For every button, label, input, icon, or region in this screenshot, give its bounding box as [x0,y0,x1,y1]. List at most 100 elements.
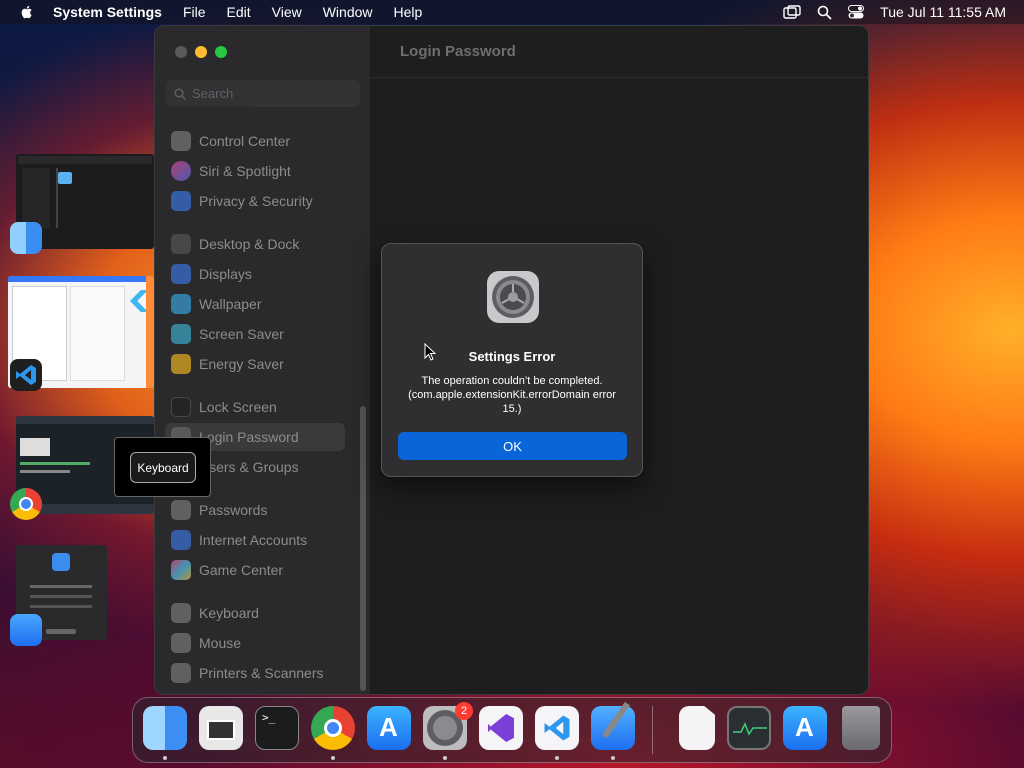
mouse-icon [171,633,191,653]
dock-document[interactable] [679,706,715,750]
at-icon [171,530,191,550]
dock-preview[interactable] [199,706,243,750]
dock-simulator[interactable]: A [783,706,827,750]
search-icon [174,88,186,100]
dock-app-store[interactable]: A [367,706,411,750]
menu-view[interactable]: View [272,4,302,20]
dock-vscode[interactable] [535,706,579,750]
screen-saver-icon [171,324,191,344]
dock-xcode-running-dot [611,756,615,760]
sidebar-item-keyboard[interactable]: Keyboard [165,599,345,627]
dialog-title: Settings Error [468,349,556,364]
control-center-icon [171,131,191,151]
printer-icon [171,663,191,683]
sidebar-item-internet-accounts[interactable]: Internet Accounts [165,526,345,554]
sidebar-item-siri-spotlight[interactable]: Siri & Spotlight [165,157,345,185]
sidebar-item-passwords[interactable]: Passwords [165,496,345,524]
dock-visual-studio[interactable] [479,706,523,750]
sidebar-item-label: Privacy & Security [199,193,313,209]
sidebar-item-label: Passwords [199,502,268,518]
terminal-prompt-icon: >_ [262,711,276,724]
menu-clock[interactable]: Tue Jul 11 11:55 AM [880,4,1006,20]
wallpaper-icon [171,294,191,314]
dock-finder[interactable] [143,706,187,750]
spotlight-search-icon[interactable] [817,5,832,20]
sidebar-item-screen-saver[interactable]: Screen Saver [165,320,345,348]
sidebar-item-label: Keyboard [199,605,259,621]
passwords-key-icon [171,500,191,520]
dock-chrome[interactable] [311,706,355,750]
sidebar-item-label: Wallpaper [199,296,262,312]
hand-icon [171,191,191,211]
minimize-button[interactable] [195,46,207,58]
sidebar-item-label: Screen Saver [199,326,284,342]
dock-trash[interactable] [842,706,880,750]
menu-file[interactable]: File [183,4,206,20]
sidebar-item-desktop-dock[interactable]: Desktop & Dock [165,230,345,258]
app-store-a-icon: A [379,712,398,742]
sidebar-item-label: Desktop & Dock [199,236,300,252]
sidebar-item-label: Login Password [199,429,299,445]
dock-chrome-running-dot [331,756,335,760]
menu-bar: System Settings File Edit View Window He… [0,0,1024,24]
energy-saver-icon [171,354,191,374]
sidebar-item-label: Lock Screen [199,399,277,415]
game-center-icon [171,560,191,580]
dock-system-settings[interactable]: 2 [423,702,473,750]
sidebar-item-lock-screen[interactable]: Lock Screen [165,393,345,421]
dock: >_ A 2 A [132,697,892,763]
search-field[interactable]: Search [166,80,360,107]
dock-xcode[interactable] [591,701,635,750]
zoom-button[interactable] [215,46,227,58]
sidebar-item-wallpaper[interactable]: Wallpaper [165,290,345,318]
xcode-thumb-icon [10,614,42,646]
ok-button[interactable]: OK [398,432,627,460]
page-title: Login Password [400,43,516,60]
sidebar-item-label: Mouse [199,635,242,651]
close-button[interactable] [175,46,187,58]
sidebar-item-label: Internet Accounts [199,532,308,548]
sidebar-item-label: Siri & Spotlight [199,163,291,179]
displays-icon [171,264,191,284]
dock-activity-monitor[interactable] [727,706,771,750]
vscode-thumb-icon [10,359,42,391]
apple-icon[interactable] [19,4,35,20]
sidebar-item-mouse[interactable]: Mouse [165,629,345,657]
dock-terminal[interactable]: >_ [255,706,299,750]
chrome-thumb-icon [10,488,42,520]
sidebar-item-game-center[interactable]: Game Center [165,556,345,584]
traffic-lights [175,46,227,58]
finder-thumb-icon [10,222,42,254]
error-dialog: Settings Error The operation couldn’t be… [381,243,643,477]
sidebar-item-displays[interactable]: Displays [165,260,345,288]
dock-settings-running-dot [443,756,447,760]
sidebar-item-control-center[interactable]: Control Center [165,127,345,155]
sidebar-item-label: Game Center [199,562,284,578]
search-placeholder: Search [192,86,234,101]
simulator-a-icon: A [795,712,814,742]
sidebar-item-printers-scanners[interactable]: Printers & Scanners [165,659,345,687]
menu-window[interactable]: Window [323,4,373,20]
sidebar-item-energy-saver[interactable]: Energy Saver [165,350,345,378]
menu-app-name[interactable]: System Settings [53,4,162,20]
menu-edit[interactable]: Edit [227,4,251,20]
control-center-icon[interactable] [848,5,865,19]
mouse-cursor-icon [424,343,436,361]
sidebar-item-label: Users & Groups [199,459,299,475]
sidebar-item-label: Printers & Scanners [199,665,324,681]
sidebar-item-label: Energy Saver [199,356,284,372]
tooltip-label: Keyboard [130,452,196,483]
siri-icon [171,161,191,181]
menu-help[interactable]: Help [394,4,423,20]
sidebar-scrollbar[interactable] [360,406,366,691]
dock-vscode-running-dot [555,756,559,760]
sidebar: Search Control Center Siri & Spotlight P… [155,26,370,694]
content-header: Login Password [370,26,868,78]
sidebar-item-label: Displays [199,266,252,282]
sidebar-item-privacy-security[interactable]: Privacy & Security [165,187,345,215]
notification-badge: 2 [455,702,473,720]
screen-mirroring-icon[interactable] [783,5,801,19]
desktop-dock-icon [171,234,191,254]
dialog-message: The operation couldn’t be completed. (co… [408,375,616,415]
system-settings-gear-icon [487,271,539,323]
